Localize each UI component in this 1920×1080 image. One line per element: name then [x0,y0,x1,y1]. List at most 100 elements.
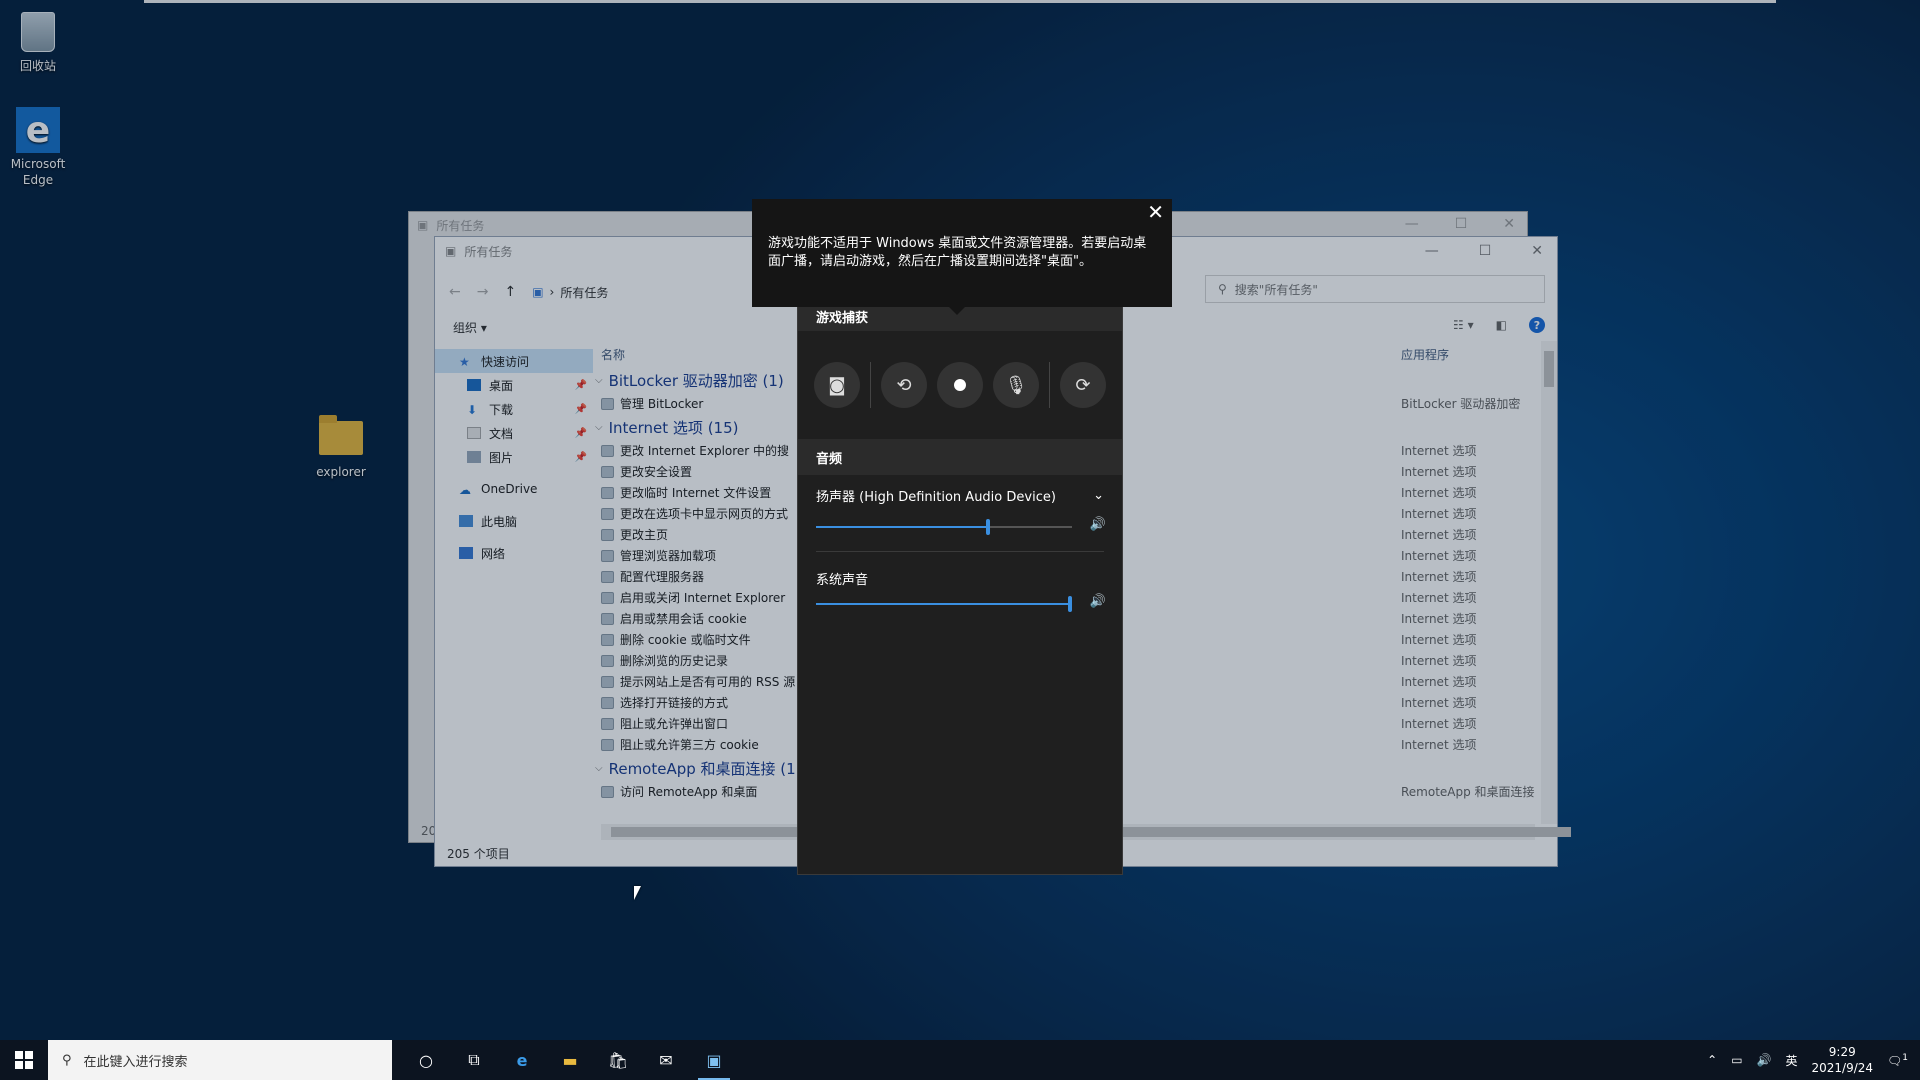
close-button[interactable]: ✕ [1503,216,1515,232]
navigation-pane: ★ 快速访问 桌面 📌 ⬇ 下载 📌 文档 📌 图片 📌 ☁ OneDrive 此电脑 网络 [435,349,593,836]
item-app: Internet 选项 [1401,465,1477,479]
pin-icon: 📌 [574,403,587,415]
replay-icon: ⟲ [896,374,912,396]
nav-documents[interactable]: 文档 📌 [435,421,593,445]
notification-icon[interactable]: 🗨1 [1887,1053,1908,1068]
ime-indicator[interactable]: 英 [1785,1052,1797,1069]
item-app: Internet 选项 [1401,612,1477,626]
item-app: Internet 选项 [1401,528,1477,542]
time: 9:29 [1828,1045,1856,1059]
forward-arrow-icon[interactable]: → [477,284,489,300]
view-options-icon[interactable]: ☷ ▾ [1453,318,1474,332]
minimize-button[interactable]: — [1405,216,1419,232]
taskbar-edge[interactable]: e [498,1040,546,1080]
explorer-shortcut[interactable]: explorer [301,415,381,480]
cortana-button[interactable]: ○ [402,1040,450,1080]
item-name: 更改临时 Internet 文件设置 [620,486,772,500]
close-icon[interactable]: ✕ [1147,202,1164,222]
back-arrow-icon[interactable]: ← [449,284,461,300]
speaker-icon[interactable]: 🔊 [1090,517,1106,532]
up-arrow-icon[interactable]: ↑ [504,284,516,300]
item-name: 更改在选项卡中显示网页的方式 [620,507,789,521]
show-hidden-icons-icon[interactable]: ⌃ [1707,1053,1717,1067]
item-name: 访问 RemoteApp 和桌面 [620,785,758,799]
record-button[interactable] [937,362,983,408]
item-name: 更改 Internet Explorer 中的搜 [620,444,790,458]
clock[interactable]: 9:29 2021/9/24 [1812,1044,1874,1076]
window-title: 所有任务 [464,244,513,259]
task-icon [601,528,614,541]
taskbar-control-panel[interactable]: ▣ [690,1040,738,1080]
nav-network[interactable]: 网络 [435,541,593,565]
task-icon [601,738,614,751]
item-count: 205 个项目 [447,846,510,861]
pin-icon: 📌 [574,451,587,463]
mic-toggle-button[interactable]: 🎙 [993,362,1039,408]
computer-icon [459,515,473,527]
taskbar-mail[interactable]: ✉ [642,1040,690,1080]
maximize-button[interactable]: ☐ [1455,216,1468,232]
taskbar-store[interactable]: 🛍 [594,1040,642,1080]
nav-label: 下载 [489,402,514,417]
search-placeholder: 搜索"所有任务" [1234,282,1318,297]
column-name[interactable]: 名称 [601,346,625,363]
nav-label: 图片 [489,450,514,465]
task-icon [601,696,614,709]
notice-tooltip: ✕ 游戏功能不适用于 Windows 桌面或文件资源管理器。若要启动桌面广播，请… [752,199,1172,307]
record-last-button[interactable]: ⟲ [881,362,927,408]
screenshot-button[interactable]: ◙ [814,362,860,408]
item-app: Internet 选项 [1401,633,1477,647]
task-view-button[interactable]: ⧉ [450,1040,498,1080]
organize-button[interactable]: 组织 ▾ [453,319,487,336]
volume-icon[interactable]: 🔊 [1757,1053,1772,1067]
pin-icon: 📌 [574,379,587,391]
chevron-down-icon: ⌵ [595,762,603,774]
notification-count: 1 [1902,1052,1908,1063]
nav-label: 文档 [489,426,514,441]
network-icon[interactable]: ▭ [1731,1053,1742,1067]
recycle-bin-shortcut[interactable]: 回收站 [0,10,78,74]
windows-logo-icon [15,1051,33,1069]
download-icon: ⬇ [467,403,478,417]
minimize-button[interactable]: — [1425,243,1439,259]
task-icon [601,633,614,646]
broadcast-button[interactable]: ⟳ [1060,362,1106,408]
folder-icon [319,415,363,455]
nav-downloads[interactable]: ⬇ 下载 📌 [435,397,593,421]
column-app[interactable]: 应用程序 [1401,346,1449,363]
game-bar-panel: 游戏捕获 ◙ ⟲ 🎙 ⟳ 音频 扬声器 (High Definition Aud… [797,300,1123,875]
speaker-icon[interactable]: 🔊 [1090,594,1106,609]
item-app: Internet 选项 [1401,444,1477,458]
nav-pictures[interactable]: 图片 📌 [435,445,593,469]
task-icon [601,444,614,457]
pictures-icon [467,451,481,463]
search-input[interactable]: ⚲ 搜索"所有任务" [1205,275,1545,303]
back-window-title: 所有任务 [436,218,485,233]
vertical-scrollbar[interactable] [1541,341,1557,824]
cortana-icon: ○ [419,1050,433,1070]
device-volume-slider[interactable]: 🔊 [816,515,1106,539]
maximize-button[interactable]: ☐ [1479,243,1492,259]
nav-quick-access[interactable]: ★ 快速访问 [435,349,593,373]
system-volume-slider[interactable]: 🔊 [816,592,1106,616]
taskbar-search[interactable]: ⚲ 在此键入进行搜索 [48,1040,392,1080]
start-button[interactable] [0,1040,48,1080]
nav-this-pc[interactable]: 此电脑 [435,509,593,533]
close-button[interactable]: ✕ [1531,243,1543,259]
group-title: Internet 选项 (15) [608,418,739,437]
help-icon[interactable]: ? [1529,317,1545,333]
taskbar-file-explorer[interactable]: ▬ [546,1040,594,1080]
item-app: Internet 选项 [1401,507,1477,521]
item-app: Internet 选项 [1401,717,1477,731]
slider-thumb[interactable] [985,519,990,535]
breadcrumb-item[interactable]: 所有任务 [560,284,608,301]
nav-desktop[interactable]: 桌面 📌 [435,373,593,397]
nav-onedrive[interactable]: ☁ OneDrive [435,477,593,501]
chevron-down-icon: ⌵ [595,421,603,433]
breadcrumb[interactable]: ▣ › 所有任务 [532,284,608,301]
slider-thumb[interactable] [1068,596,1072,612]
device-selector[interactable]: 扬声器 (High Definition Audio Device) ⌄ [798,475,1122,515]
task-icon [601,507,614,520]
preview-pane-icon[interactable]: ◧ [1496,318,1507,332]
edge-shortcut[interactable]: e Microsoft Edge [0,107,78,188]
